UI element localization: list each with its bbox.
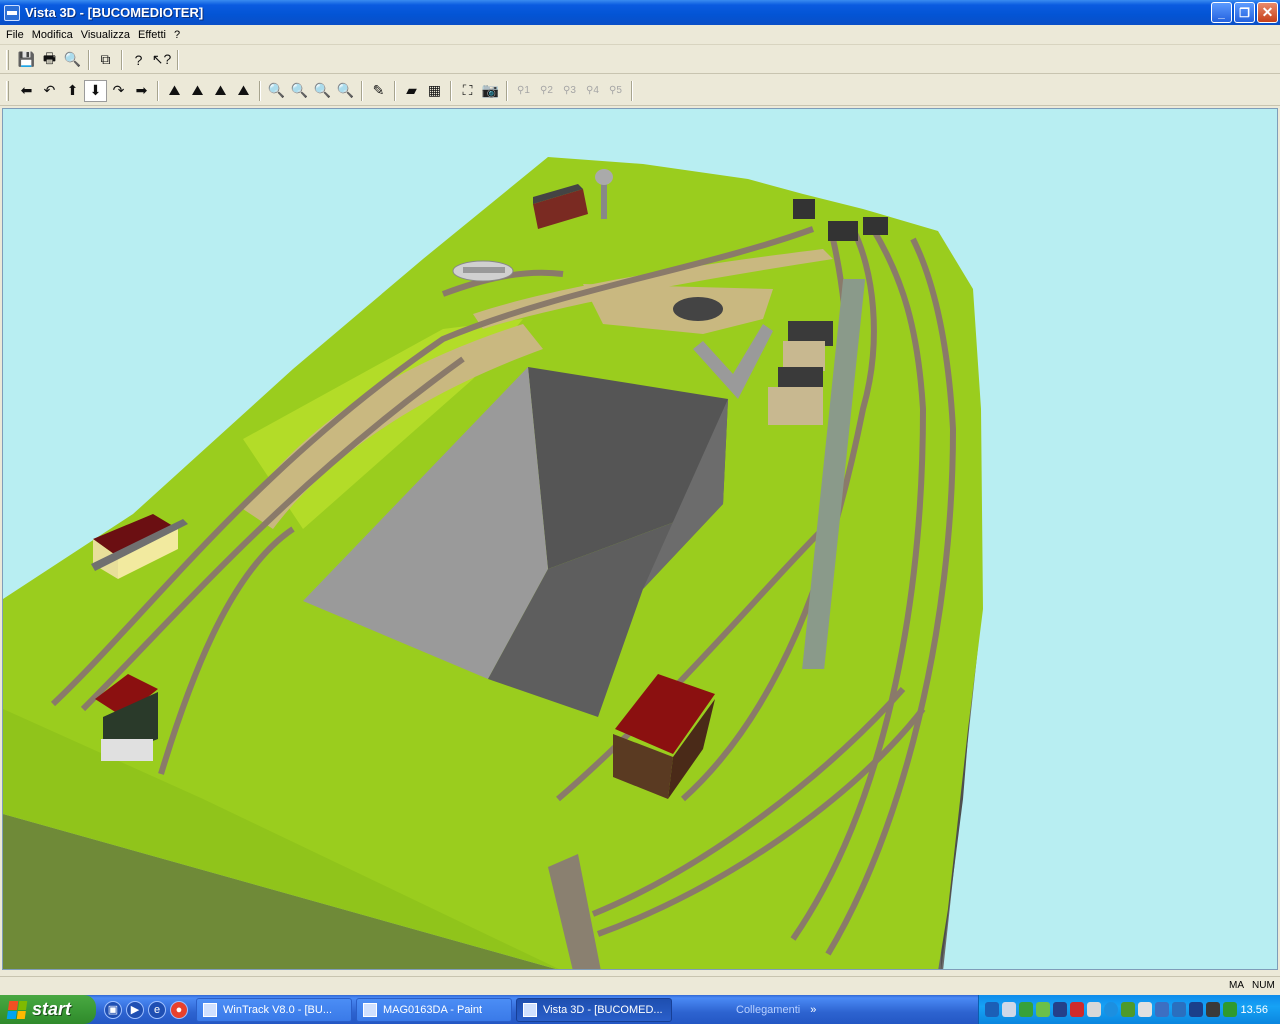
arrow-left-icon[interactable]: ⬅ [15,80,38,102]
menu-file[interactable]: File [2,29,28,41]
window-controls: _ ❐ ✕ [1211,2,1278,23]
status-bar: MA NUM [0,976,1280,995]
tray-sync-icon[interactable] [1019,1002,1034,1017]
view-tilt-icon[interactable]: ⛰ [163,80,186,102]
toolbar-separator [88,49,90,70]
start-label: start [32,999,72,1019]
camera-2-icon[interactable]: ⚲ 2 [535,80,558,102]
arrow-down-icon[interactable]: ⬇ [84,79,107,102]
start-button[interactable]: start [0,995,96,1024]
train-app-icon[interactable] [4,4,20,21]
help-icon[interactable]: ? [127,49,150,71]
wintrack-icon [203,1002,217,1017]
toolbar-separator [259,80,261,101]
restore-button[interactable]: ❐ [1234,2,1255,23]
window-title: Vista 3D - [BUCOMEDIOTER] [25,5,204,20]
tray-refresh-icon[interactable] [1104,1002,1119,1017]
minimize-button[interactable]: _ [1211,2,1232,23]
clock[interactable]: 13.56 [1240,1004,1268,1016]
print-preview-icon[interactable]: 🔍 [61,49,84,71]
standard-toolbar: 💾 🖶 🔍 ⧉ ? ↖? [0,46,1280,74]
menu-bar: File Modifica Visualizza Effetti ? [0,25,1280,45]
zoom-out-small-icon[interactable]: 🔍 [288,80,311,102]
app-window: Vista 3D - [BUCOMEDIOTER] _ ❐ ✕ File Mod… [0,0,1280,1024]
tray-usb-icon[interactable] [1155,1002,1170,1017]
tray-check-icon[interactable] [1223,1002,1238,1017]
links-chevron-icon[interactable]: » [810,1004,816,1016]
camera-1-icon[interactable]: ⚲ 1 [512,80,535,102]
desktop-icon[interactable]: ▣ [104,1000,122,1019]
tray-phone-icon[interactable] [1189,1002,1204,1017]
system-tray: 13.56 [978,995,1280,1024]
toolbar-separator [631,80,633,101]
status-num: NUM [1252,980,1275,991]
toolbar-separator [394,80,396,101]
task-vista3d[interactable]: Vista 3D - [BUCOMED... [516,997,672,1022]
zoom-out-icon[interactable]: 🔍 [265,80,288,102]
train-app-icon [523,1002,537,1017]
view-up-icon[interactable]: ⛰ [186,80,209,102]
menu-visualizza[interactable]: Visualizza [77,29,134,41]
task-paint[interactable]: MAG0163DA - Paint [356,997,512,1022]
toolbar-separator [506,80,508,101]
menu-help[interactable]: ? [170,29,184,41]
chrome-icon[interactable]: ● [170,1000,188,1019]
toolbar-separator [177,49,179,70]
tray-monitor-icon[interactable] [1053,1002,1068,1017]
menu-modifica[interactable]: Modifica [28,29,77,41]
links-toolbar[interactable]: Collegamenti [736,1004,800,1016]
view-rotate-icon[interactable]: ⛰ [232,80,255,102]
navigation-toolbar: ⬅ ↶ ⬆ ⬇ ↷ ➡ ⛰ ⛰ ⛰ ⛰ 🔍 🔍 🔍 🔍 ✎ ▰ ▦ ⛶ 📷 ⚲ 1… [0,76,1280,106]
turn-left-icon[interactable]: ↶ [38,80,61,102]
ie-icon[interactable]: e [148,1000,166,1019]
toolbar-separator [121,49,123,70]
tray-mail-icon[interactable] [1206,1002,1221,1017]
status-ma: MA [1229,980,1244,991]
layout-3d-scene[interactable] [3,109,1278,970]
tray-volume-icon[interactable] [1138,1002,1153,1017]
tray-nvidia-icon[interactable] [1121,1002,1136,1017]
tray-printer-icon[interactable] [1087,1002,1102,1017]
close-button[interactable]: ✕ [1257,2,1278,23]
terrain-icon[interactable]: ▰ [400,80,423,102]
camera-3-icon[interactable]: ⚲ 3 [558,80,581,102]
camera-4-icon[interactable]: ⚲ 4 [581,80,604,102]
camera-icon[interactable]: 📷 [479,80,502,102]
paint-icon [363,1002,377,1017]
tray-network-icon[interactable] [985,1002,1000,1017]
title-bar[interactable]: Vista 3D - [BUCOMEDIOTER] _ ❐ ✕ [0,0,1280,25]
tray-shield2-icon[interactable] [1172,1002,1187,1017]
grid-icon[interactable]: ▦ [423,80,446,102]
zoom-in-fast-icon[interactable]: 🔍 [334,80,357,102]
toolbar-separator [157,80,159,101]
quick-launch: ▣ ▶ e ● [96,1000,196,1019]
media-player-icon[interactable]: ▶ [126,1000,144,1019]
arrow-up-icon[interactable]: ⬆ [61,80,84,102]
camera-5-icon[interactable]: ⚲ 5 [604,80,627,102]
taskbar: start ▣ ▶ e ● WinTrack V8.0 - [BU... MAG… [0,995,1280,1024]
tray-shield-icon[interactable] [1036,1002,1051,1017]
view-down-icon[interactable]: ⛰ [209,80,232,102]
windows-flag-icon [6,1000,28,1019]
tray-security-icon[interactable] [1070,1002,1085,1017]
arrow-right-icon[interactable]: ➡ [130,80,153,102]
save-icon[interactable]: 💾 [15,49,38,71]
track-tool-icon[interactable]: ✎ [367,80,390,102]
turn-right-icon[interactable]: ↷ [107,80,130,102]
fit-view-icon[interactable]: ⛶ [456,80,479,102]
tray-display-icon[interactable] [1002,1002,1017,1017]
3d-viewport[interactable] [2,108,1278,970]
toolbar-separator [361,80,363,101]
task-wintrack[interactable]: WinTrack V8.0 - [BU... [196,997,352,1022]
context-help-icon[interactable]: ↖? [150,49,173,71]
menu-effetti[interactable]: Effetti [134,29,170,41]
toolbar-grip[interactable] [6,80,9,101]
toolbar-separator [450,80,452,101]
zoom-in-icon[interactable]: 🔍 [311,80,334,102]
copy-icon[interactable]: ⧉ [94,49,117,71]
print-icon[interactable]: 🖶 [38,49,61,71]
toolbar-grip[interactable] [6,49,9,70]
turntable-bridge [463,267,505,273]
